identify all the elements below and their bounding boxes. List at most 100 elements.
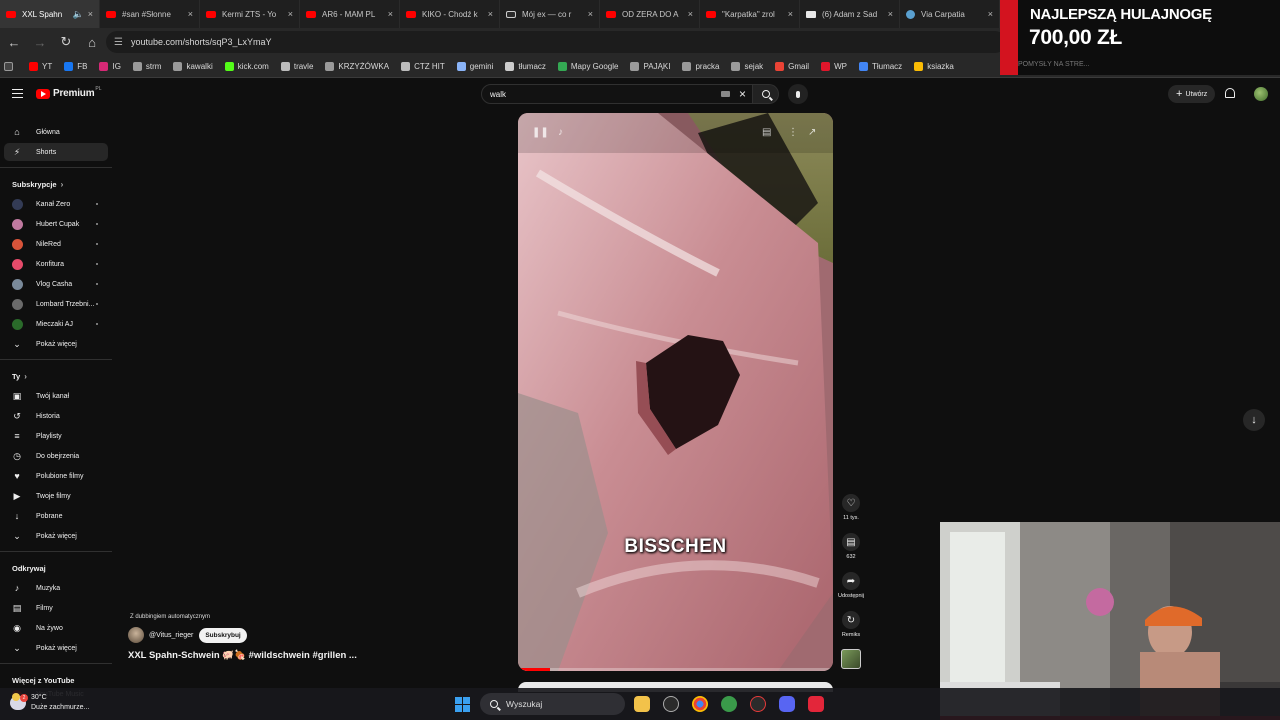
- taskbar-search[interactable]: Wyszukaj: [480, 693, 625, 715]
- sidebar-section-header[interactable]: Więcej z YouTube: [12, 676, 74, 685]
- bookmark-item[interactable]: Tłumacz: [858, 62, 902, 71]
- volume-icon[interactable]: ♪: [558, 127, 563, 138]
- windows-start-icon[interactable]: [455, 697, 470, 712]
- bookmark-item[interactable]: sejak: [731, 62, 763, 71]
- browser-tab[interactable]: "Karpatka" zrol ×: [700, 0, 800, 28]
- bookmark-item[interactable]: KRZYŻÓWKA: [325, 62, 389, 71]
- next-short-button[interactable]: ↓: [1243, 409, 1265, 431]
- sidebar-item[interactable]: NileRed: [4, 235, 108, 253]
- bookmark-item[interactable]: IG: [99, 62, 121, 71]
- close-tab-icon[interactable]: ×: [488, 9, 493, 19]
- bookmark-item[interactable]: travle: [280, 62, 313, 71]
- comment-icon[interactable]: ▤: [842, 533, 860, 551]
- sidebar-item[interactable]: ▣ Twój kanał: [4, 387, 108, 405]
- notifications-icon[interactable]: [1225, 88, 1235, 98]
- close-tab-icon[interactable]: ×: [288, 9, 293, 19]
- reload-icon[interactable]: ↻: [54, 30, 78, 54]
- clear-search-icon[interactable]: ×: [739, 87, 746, 101]
- sidebar-section-header[interactable]: Odkrywaj: [12, 564, 46, 573]
- sidebar-item[interactable]: ≡ Playlisty: [4, 427, 108, 445]
- opera-icon[interactable]: [750, 696, 766, 712]
- browser-tab[interactable]: Kermi ZTS - Yo ×: [200, 0, 300, 28]
- bookmark-item[interactable]: pracka: [682, 62, 719, 71]
- fullscreen-icon[interactable]: ↗: [808, 127, 816, 138]
- subscribe-button[interactable]: Subskrybuj: [199, 627, 247, 643]
- short-action[interactable]: ▤ 632: [836, 533, 866, 560]
- audio-thumbnail[interactable]: [841, 649, 861, 669]
- sidebar-item[interactable]: ⌄ Pokaż więcej: [4, 639, 108, 657]
- browser-tab[interactable]: Mój ex — co r ×: [500, 0, 600, 28]
- search-input[interactable]: walk ×: [481, 84, 753, 104]
- close-tab-icon[interactable]: ×: [888, 9, 893, 19]
- bookmark-item[interactable]: FB: [64, 62, 87, 71]
- sidebar-item[interactable]: ◷ Do obejrzenia: [4, 447, 108, 465]
- browser-tab[interactable]: XXL Spahn 🔈 ×: [0, 0, 100, 28]
- back-icon[interactable]: ←: [2, 30, 26, 54]
- bookmark-item[interactable]: strm: [132, 62, 161, 71]
- menu-icon[interactable]: [12, 89, 23, 98]
- sidebar-item[interactable]: ⌄ Pokaż więcej: [4, 335, 108, 353]
- avatar[interactable]: [1254, 87, 1268, 101]
- sidebar-item[interactable]: Lombard Trzebni...: [4, 295, 108, 313]
- bookmark-item[interactable]: kick.com: [224, 62, 269, 71]
- speaker-icon[interactable]: 🔈: [73, 9, 84, 20]
- site-info-icon[interactable]: ☰: [114, 37, 123, 48]
- bookmark-item[interactable]: gemini: [456, 62, 493, 71]
- close-tab-icon[interactable]: ×: [988, 9, 993, 19]
- search-button[interactable]: [753, 84, 779, 104]
- like-icon[interactable]: ♡: [842, 494, 860, 512]
- forward-icon[interactable]: →: [28, 30, 52, 54]
- sidebar-item[interactable]: ♪ Muzyka: [4, 579, 108, 597]
- browser-tab[interactable]: #san #Słonne ×: [100, 0, 200, 28]
- sidebar-item[interactable]: ⚡ Shorts: [4, 143, 108, 161]
- captions-icon[interactable]: ▤: [762, 127, 771, 138]
- sidebar-item[interactable]: ◉ Na żywo: [4, 619, 108, 637]
- close-tab-icon[interactable]: ×: [88, 9, 93, 19]
- sidebar-item[interactable]: ⌂ Główna: [4, 123, 108, 141]
- bookmark-item[interactable]: CTZ HIT: [401, 62, 445, 71]
- sidebar-item[interactable]: Hubert Cupak: [4, 215, 108, 233]
- short-action[interactable]: ↻ Remiks: [836, 611, 866, 638]
- bookmark-item[interactable]: PAJĄKI: [630, 62, 670, 71]
- weather-widget[interactable]: 2 30°C Duże zachmurze...: [10, 693, 89, 713]
- browser-tab[interactable]: KIKO - Chodź k ×: [400, 0, 500, 28]
- youtube-logo[interactable]: Premium PL: [36, 86, 102, 99]
- home-icon[interactable]: ⌂: [80, 30, 104, 54]
- pause-icon[interactable]: ❚❚: [532, 127, 549, 138]
- browser-tab[interactable]: AR6 - MAM PL ×: [300, 0, 400, 28]
- browser-tab[interactable]: Via Carpatia ×: [900, 0, 1000, 28]
- stream-app-icon[interactable]: [808, 696, 824, 712]
- short-video-player[interactable]: ❚❚ ♪ ▤ ⋮ ↗ BISSCHEN: [518, 113, 833, 671]
- voice-search-button[interactable]: [788, 84, 808, 104]
- sidebar-section-header[interactable]: Subskrypcje ›: [12, 180, 63, 189]
- chrome-alt-icon[interactable]: [721, 696, 737, 712]
- bookmark-apps[interactable]: [4, 62, 17, 71]
- close-tab-icon[interactable]: ×: [188, 9, 193, 19]
- short-title[interactable]: XXL Spahn-Schwein 🐖🍖 #wildschwein #grill…: [128, 650, 357, 661]
- sidebar-item[interactable]: ▶ Twoje filmy: [4, 487, 108, 505]
- sidebar-item[interactable]: Kanał Zero: [4, 195, 108, 213]
- sidebar-item[interactable]: Vlog Casha: [4, 275, 108, 293]
- sidebar-section-header[interactable]: Ty ›: [12, 372, 27, 381]
- search-value[interactable]: walk: [490, 90, 506, 99]
- remix-icon[interactable]: ↻: [842, 611, 860, 629]
- close-tab-icon[interactable]: ×: [688, 9, 693, 19]
- close-tab-icon[interactable]: ×: [588, 9, 593, 19]
- channel-avatar[interactable]: [128, 627, 144, 643]
- close-tab-icon[interactable]: ×: [788, 9, 793, 19]
- create-button[interactable]: + Utwórz: [1168, 85, 1216, 103]
- file-explorer-icon[interactable]: [634, 696, 650, 712]
- obs-icon[interactable]: [663, 696, 679, 712]
- chrome-icon[interactable]: [692, 696, 708, 712]
- short-action[interactable]: ♡ 11 tys.: [836, 494, 866, 521]
- browser-tab[interactable]: (6) Adam z Sad ×: [800, 0, 900, 28]
- keyboard-icon[interactable]: [721, 91, 730, 97]
- channel-name[interactable]: @Vitus_rieger: [149, 632, 193, 639]
- share-icon[interactable]: ➦: [842, 572, 860, 590]
- browser-tab[interactable]: OD ZERA DO A ×: [600, 0, 700, 28]
- address-bar[interactable]: ☰ youtube.com/shorts/sqP3_LxYmaY: [106, 31, 1006, 53]
- sidebar-item[interactable]: Konfitura: [4, 255, 108, 273]
- bookmark-item[interactable]: Mapy Google: [557, 62, 618, 71]
- bookmark-item[interactable]: kawalki: [173, 62, 213, 71]
- bookmark-item[interactable]: Gmail: [775, 62, 809, 71]
